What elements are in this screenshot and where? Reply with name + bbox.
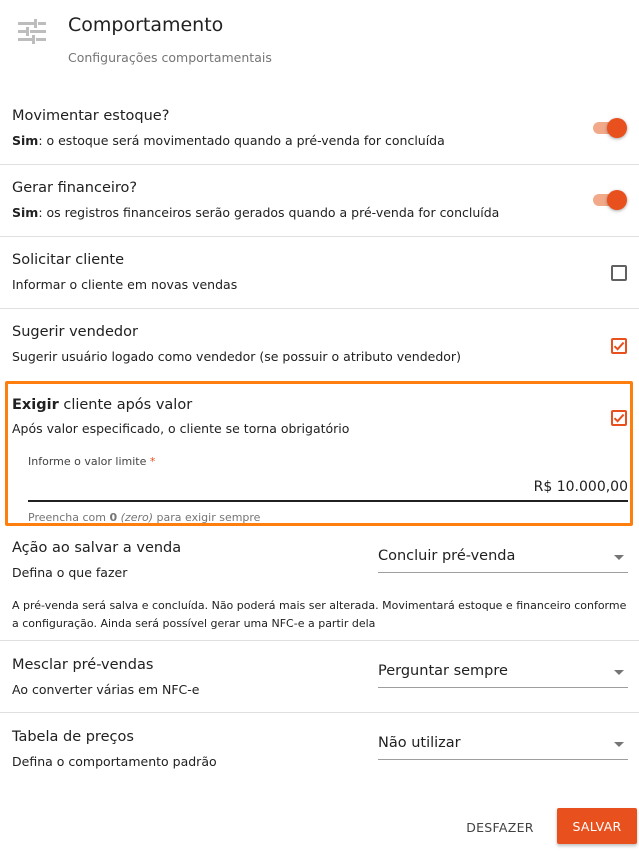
setting-description: Sim: os registros financeiros serão gera… xyxy=(12,205,499,220)
setting-title: Movimentar estoque? xyxy=(12,108,170,124)
description-bold: Sim xyxy=(12,133,39,148)
setting-title: Sugerir vendedor xyxy=(12,324,138,340)
description-rest: : os registros financeiros serão gerados… xyxy=(38,205,500,220)
select-value: Perguntar sempre xyxy=(378,663,508,679)
setting-title: Solicitar cliente xyxy=(12,252,125,268)
hint-suffix: para exigir sempre xyxy=(153,511,261,524)
setting-move-stock: Movimentar estoque? Sim: o estoque será … xyxy=(0,96,639,165)
setting-description: Sugerir usuário logado como vendedor (se… xyxy=(12,349,461,364)
setting-description: Defina o comportamento padrão xyxy=(12,754,217,769)
setting-require-client: Exigir cliente após valor Após valor esp… xyxy=(0,384,639,524)
toggle-thumb xyxy=(607,190,627,210)
setting-description: Informar o cliente em novas vendas xyxy=(12,277,238,292)
section-header: Comportamento Configurações comportament… xyxy=(0,0,639,96)
setting-description: Sim: o estoque será movimentado quando a… xyxy=(12,133,445,148)
undo-button[interactable]: DESFAZER xyxy=(458,810,542,844)
title-rest: cliente após valor xyxy=(58,397,193,413)
caret-down-icon xyxy=(614,742,624,747)
setting-request-client: Solicitar cliente Informar o cliente em … xyxy=(0,237,639,309)
select-value: Concluir pré-venda xyxy=(378,548,516,564)
save-action-select[interactable]: Concluir pré-venda xyxy=(378,543,628,573)
limit-value-input[interactable] xyxy=(28,474,628,502)
setting-title: Mesclar pré-vendas xyxy=(12,657,154,673)
setting-generate-financial: Gerar financeiro? Sim: os registros fina… xyxy=(0,165,639,237)
caret-down-icon xyxy=(614,670,624,675)
limit-value-label: Informe o valor limite * xyxy=(28,455,155,468)
limit-value-hint: Preencha com 0 (zero) para exigir sempre xyxy=(28,511,260,524)
setting-description: Ao converter várias em NFC-e xyxy=(12,682,200,697)
check-icon xyxy=(613,413,625,423)
suggest-seller-checkbox[interactable] xyxy=(611,338,627,354)
save-button[interactable]: SALVAR xyxy=(557,808,637,844)
request-client-checkbox[interactable] xyxy=(611,265,627,281)
setting-description: Defina o que fazer xyxy=(12,565,128,580)
setting-title: Exigir cliente após valor xyxy=(12,397,192,413)
hint-italic: (zero) xyxy=(120,511,154,524)
description-bold: Sim xyxy=(12,205,39,220)
title-bold: Exigir xyxy=(12,397,59,413)
select-value: Não utilizar xyxy=(378,735,461,751)
move-stock-toggle[interactable] xyxy=(591,117,627,139)
setting-merge: Mesclar pré-vendas Ao converter várias e… xyxy=(0,641,639,713)
hint-bold: 0 xyxy=(109,511,118,524)
setting-description: Após valor especificado, o cliente se to… xyxy=(12,421,350,436)
hint-prefix: Preencha com xyxy=(28,511,110,524)
required-mark: * xyxy=(149,455,156,468)
toggle-thumb xyxy=(607,118,627,138)
setting-price-table: Tabela de preços Defina o comportamento … xyxy=(0,713,639,785)
setting-suggest-seller: Sugerir vendedor Sugerir usuário logado … xyxy=(0,309,639,381)
merge-select[interactable]: Perguntar sempre xyxy=(378,658,628,688)
check-icon xyxy=(613,341,625,351)
page-subtitle: Configurações comportamentais xyxy=(68,50,272,65)
setting-title: Gerar financeiro? xyxy=(12,180,138,196)
save-action-note: A pré-venda será salva e concluída. Não … xyxy=(12,599,627,630)
page-title: Comportamento xyxy=(68,14,224,36)
caret-down-icon xyxy=(614,555,624,560)
generate-financial-toggle[interactable] xyxy=(591,189,627,211)
setting-title: Ação ao salvar a venda xyxy=(12,540,182,556)
setting-title: Tabela de preços xyxy=(12,729,134,745)
label-text: Informe o valor limite xyxy=(28,455,147,468)
price-table-select[interactable]: Não utilizar xyxy=(378,730,628,760)
sliders-icon xyxy=(16,16,48,48)
require-client-checkbox[interactable] xyxy=(611,410,627,426)
description-rest: : o estoque será movimentado quando a pr… xyxy=(38,133,445,148)
